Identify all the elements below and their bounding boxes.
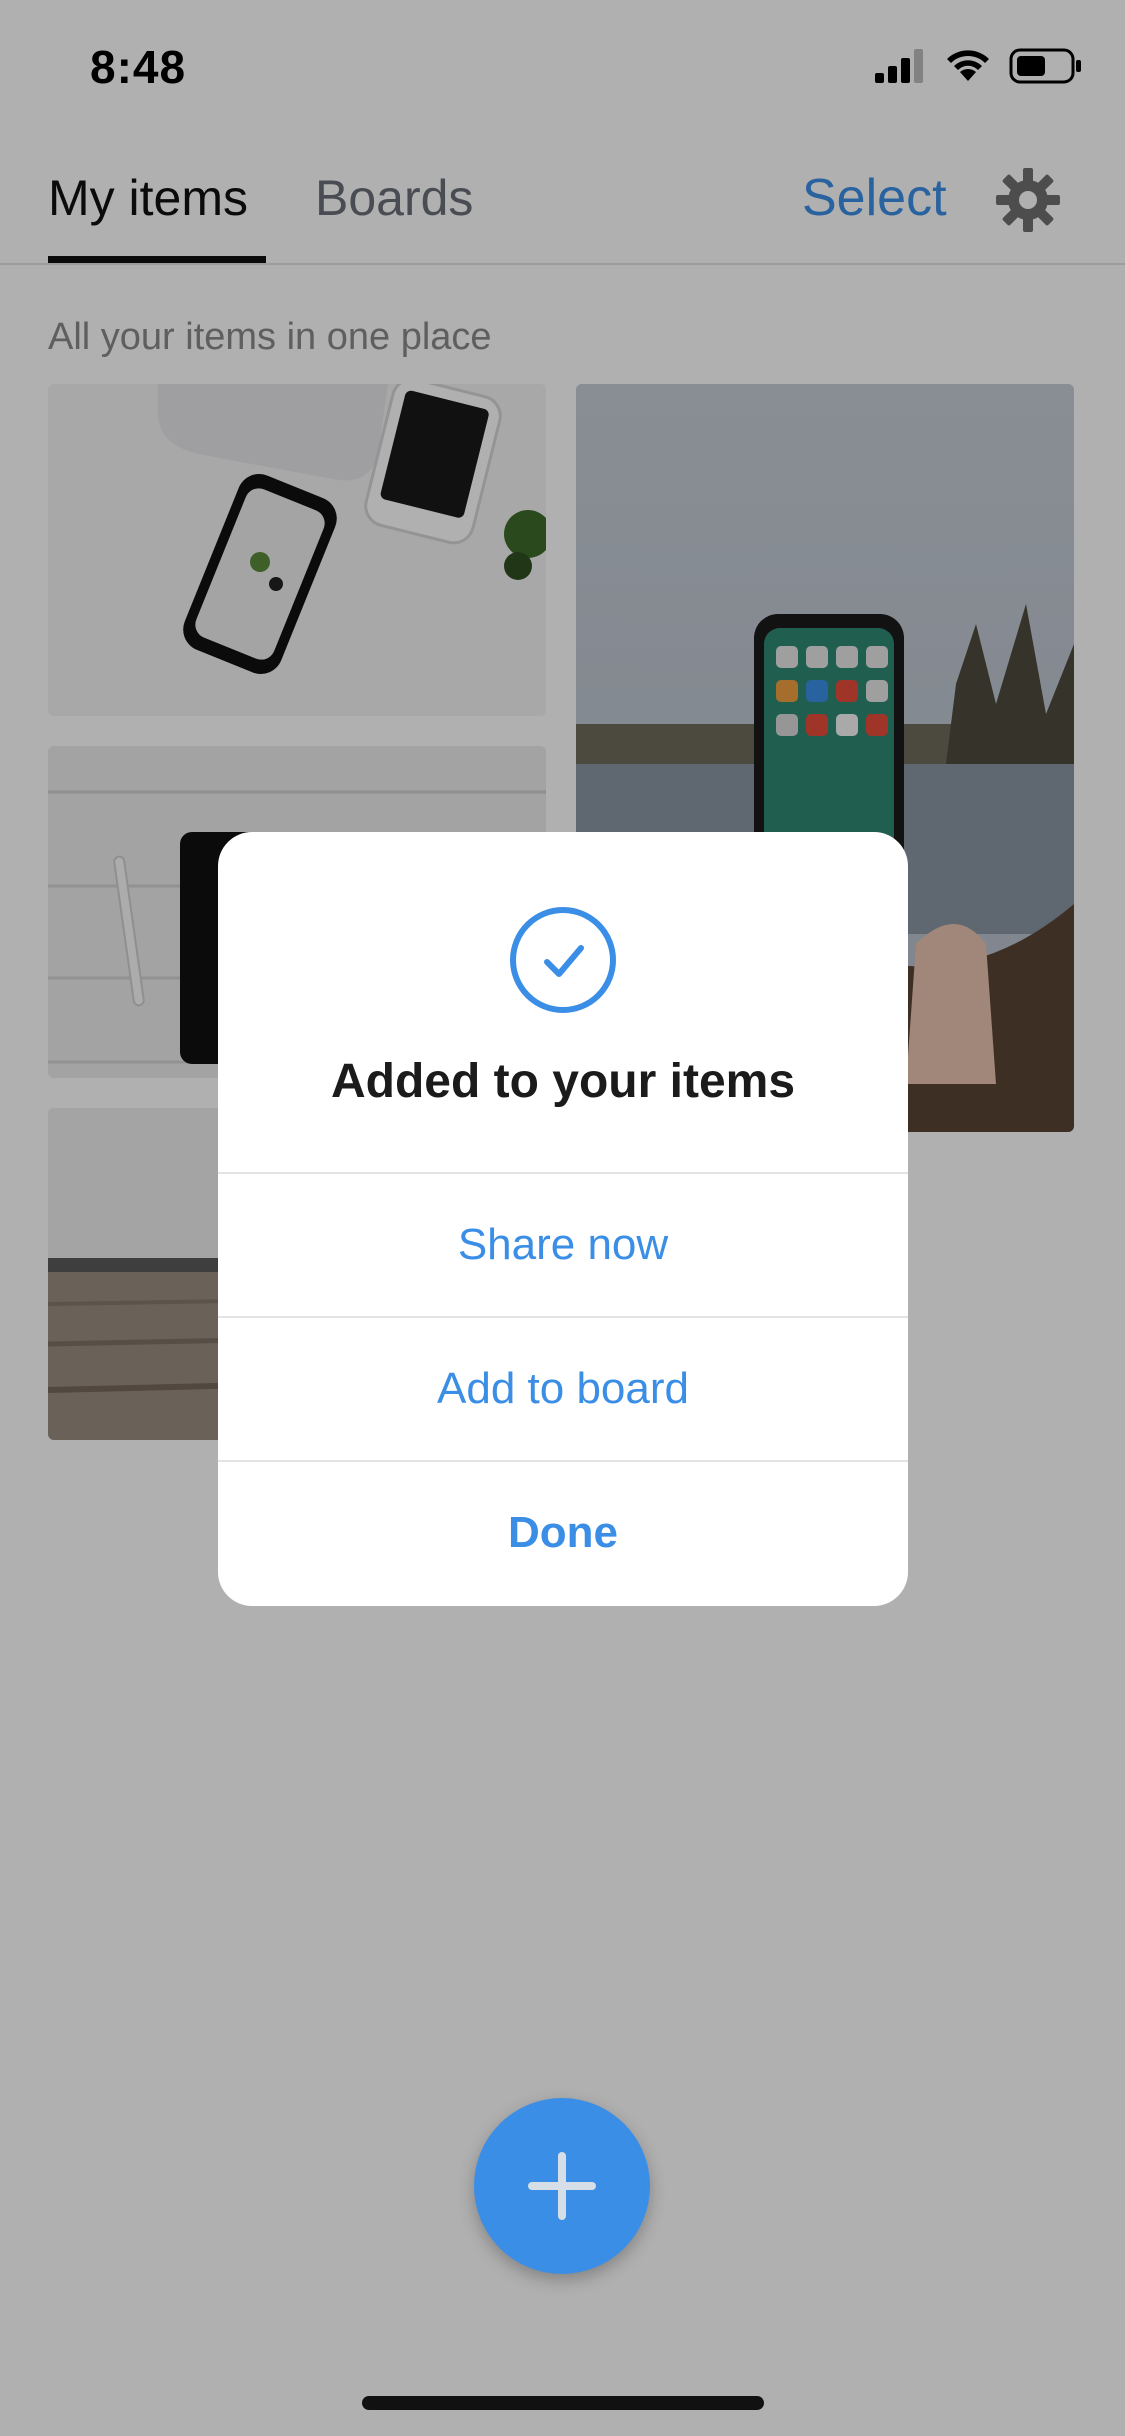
dialog-title: Added to your items [330, 1055, 796, 1108]
added-confirmation-dialog: Added to your items Share now Add to boa… [218, 832, 908, 1606]
share-now-button[interactable]: Share now [218, 1174, 908, 1316]
check-circle-icon [510, 907, 616, 1013]
add-to-board-button[interactable]: Add to board [218, 1318, 908, 1460]
home-indicator[interactable] [362, 2396, 764, 2410]
app-screen: 8:48 My items Boards Select All your ite… [0, 0, 1125, 2436]
plus-icon [528, 2152, 596, 2220]
add-item-button[interactable] [474, 2098, 650, 2274]
done-button[interactable]: Done [218, 1462, 908, 1604]
